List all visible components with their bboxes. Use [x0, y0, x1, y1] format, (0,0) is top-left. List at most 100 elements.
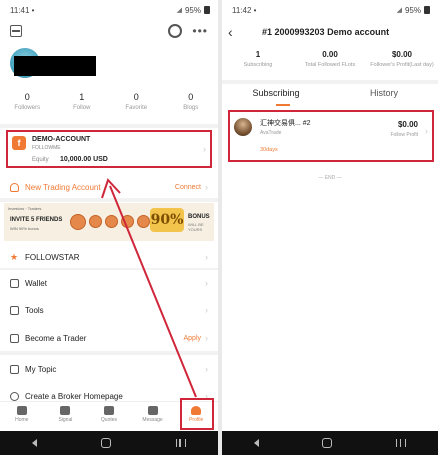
wallet-icon	[10, 278, 19, 288]
tab-message[interactable]: Message	[131, 402, 175, 432]
redacted-username	[14, 56, 96, 76]
new-trading-account-label: New Trading Account	[25, 182, 101, 192]
status-time: 11:42	[232, 5, 252, 15]
back-arrow-icon[interactable]: ‹	[228, 24, 250, 40]
subscription-days: 30days	[260, 147, 278, 153]
divider	[0, 198, 218, 202]
back-icon[interactable]	[32, 439, 38, 447]
tools-icon	[10, 305, 19, 315]
page-title: #1 2000993203 Demo account	[262, 27, 390, 37]
recent-apps-icon[interactable]	[396, 439, 407, 447]
list-end-marker: — END —	[318, 175, 342, 181]
stat-follower-profit: $0.00 Follower's Profit(Last day)	[370, 50, 434, 68]
profile-stats: 0 Followers 1 Follow 0 Favorite 0 Blogs	[0, 92, 218, 111]
profile-tab-highlight	[180, 398, 214, 430]
status-bar: 11:41 • ◢ 95%	[0, 0, 218, 20]
chevron-right-icon: ›	[205, 333, 208, 343]
subscription-tabs: Subscribing History	[222, 88, 438, 98]
status-bar: 11:42 • ◢ 95%	[222, 0, 438, 20]
face-icon	[121, 215, 134, 228]
menu-my-topic[interactable]: My Topic ›	[0, 359, 218, 379]
trader-broker: AvaTrade	[260, 130, 282, 136]
chevron-right-icon: ›	[205, 364, 208, 374]
stat-follow[interactable]: 1 Follow	[55, 92, 110, 111]
bonus-label: BONUS	[188, 214, 210, 220]
tab-history[interactable]: History	[330, 88, 438, 98]
account-stats: 1 Subscribing 0.00 Total Followed FLots $0…	[222, 50, 438, 68]
left-phone-screen: 11:41 • ◢ 95% ••• 0 Followers 1 Follow 0 Fav…	[0, 0, 218, 455]
tab-signal[interactable]: Signal	[44, 402, 88, 432]
demo-account-broker: FOLLOWME	[32, 145, 61, 151]
system-nav-bar	[222, 431, 438, 455]
chevron-right-icon: ›	[425, 126, 428, 136]
follow-profit-value: $0.00	[397, 120, 418, 129]
bonus-percent: 90%	[150, 208, 184, 232]
banner-title: INVITE 5 FRIENDS	[10, 217, 63, 223]
registered-icon	[10, 391, 19, 401]
chevron-right-icon: ›	[205, 305, 208, 315]
tab-subscribing[interactable]: Subscribing	[222, 88, 330, 98]
battery-level: 95%	[404, 5, 421, 15]
divider	[222, 80, 438, 84]
message-icon	[147, 406, 158, 415]
scan-icon[interactable]	[10, 25, 22, 37]
follow-profit-label: Follow Profit	[390, 132, 418, 138]
battery-level: 95%	[184, 5, 201, 15]
status-time: 11:41	[10, 5, 30, 15]
menu-wallet[interactable]: Wallet ›	[0, 273, 218, 293]
tab-quotes[interactable]: Quotes	[87, 402, 131, 432]
subscription-card[interactable]: 汇神交易俱... #2 AvaTrade 30days $0.00 Follow…	[228, 110, 434, 162]
right-phone-screen: 11:42 • ◢ 95% ‹ #1 2000993203 Demo accoun…	[222, 0, 438, 455]
menu-become-trader[interactable]: Become a Trader Apply ›	[0, 328, 218, 348]
invite-friends-banner[interactable]: Investors · Traders INVITE 5 FRIENDS WIN…	[4, 203, 214, 241]
recent-apps-icon[interactable]	[175, 439, 186, 447]
battery-icon	[204, 6, 210, 14]
followme-logo-icon: f	[12, 136, 26, 150]
chevron-right-icon: ›	[205, 252, 208, 262]
demo-account-card[interactable]: f DEMO-ACCOUNT FOLLOWME Equity 10,000.00…	[6, 130, 212, 168]
profile-header[interactable]	[0, 42, 218, 82]
divider	[0, 351, 218, 355]
stat-total-followed-flots: 0.00 Total Followed FLots	[304, 50, 356, 68]
topic-icon	[10, 364, 19, 374]
menu-followstar[interactable]: ★ FOLLOWSTAR ›	[0, 247, 218, 267]
tab-home[interactable]: Home	[0, 402, 44, 432]
equity-value: 10,000.00 USD	[60, 156, 108, 163]
signal-icon: ◢	[176, 7, 182, 14]
divider	[0, 268, 218, 270]
stat-favorite[interactable]: 0 Favorite	[109, 92, 164, 111]
profile-top-bar: •••	[0, 20, 218, 42]
stat-followers[interactable]: 0 Followers	[0, 92, 55, 111]
gear-icon[interactable]	[168, 24, 183, 38]
menu-tools[interactable]: Tools ›	[0, 300, 218, 320]
chevron-right-icon: ›	[205, 182, 208, 192]
chart-icon	[103, 406, 114, 415]
stat-subscribing: 1 Subscribing	[243, 50, 273, 68]
stat-blogs[interactable]: 0 Blogs	[164, 92, 219, 111]
new-trading-account-row[interactable]: New Trading Account Connect ›	[0, 177, 218, 197]
active-tab-indicator	[276, 104, 290, 106]
battery-icon	[424, 6, 430, 14]
home-icon	[16, 406, 27, 415]
back-icon[interactable]	[253, 439, 259, 447]
home-button-icon[interactable]	[101, 438, 112, 448]
star-icon: ★	[10, 251, 19, 262]
equity-label: Equity	[32, 157, 49, 163]
divider	[0, 124, 218, 128]
signal-icon	[60, 406, 71, 415]
chevron-right-icon: ›	[203, 144, 206, 154]
chevron-right-icon: ›	[205, 278, 208, 288]
trader-avatar	[234, 118, 252, 136]
signal-icon: ◢	[396, 7, 402, 14]
document-icon	[10, 333, 19, 343]
face-icon	[70, 214, 86, 230]
account-header: ‹ #1 2000993203 Demo account	[222, 20, 438, 44]
face-icon	[105, 215, 118, 228]
home-button-icon[interactable]	[322, 438, 333, 448]
face-icon	[89, 215, 102, 228]
connect-link[interactable]: Connect	[175, 184, 201, 191]
system-nav-bar	[0, 431, 218, 455]
apply-link[interactable]: Apply	[183, 335, 201, 342]
trader-name: 汇神交易俱... #2	[260, 120, 311, 127]
more-icon[interactable]: •••	[192, 25, 208, 37]
